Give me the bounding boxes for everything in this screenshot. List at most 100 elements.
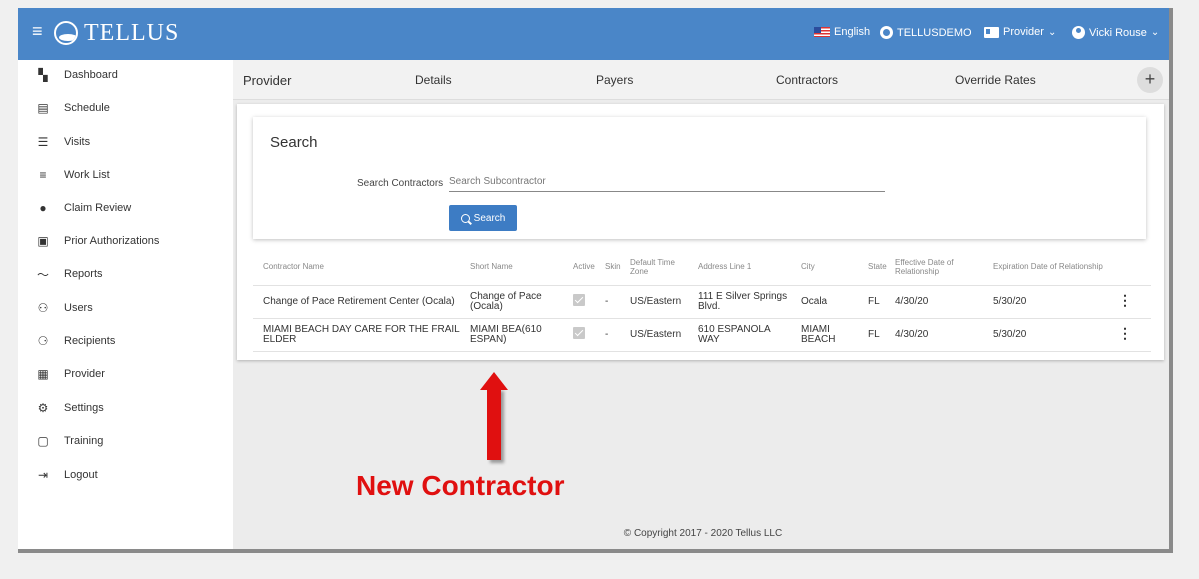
column-header[interactable]: Contractor Name (253, 249, 460, 285)
sidebar-item-claim-review[interactable]: ● Claim Review (18, 196, 233, 220)
trend-icon: 〜 (36, 267, 49, 282)
language-selector[interactable]: English (814, 26, 870, 38)
logout-icon: ⇥ (37, 468, 49, 482)
tellus-logo-icon (54, 21, 78, 45)
sidebar-item-training[interactable]: ▢ Training (18, 429, 233, 453)
sidebar-item-users[interactable]: ⚇ Users (18, 296, 233, 320)
sidebar-item-schedule[interactable]: ▤ Schedule (18, 96, 233, 120)
gear-icon: ⚙ (37, 401, 49, 415)
sidebar-item-provider[interactable]: ▦ Provider (18, 362, 233, 386)
active-cell (563, 284, 595, 318)
column-header[interactable]: Effective Date of Relationship (885, 249, 983, 285)
search-title: Search (270, 134, 318, 151)
more-vert-icon[interactable]: ⋮ (1118, 292, 1132, 308)
sidebar-item-logout[interactable]: ⇥ Logout (18, 463, 233, 487)
top-bar: ≡ TELLUS English TELLUSDEMO Provider ⌄ V… (18, 8, 1169, 60)
annotation-arrow (480, 372, 508, 460)
annotation-label: New Contractor (356, 470, 565, 501)
contractor-name: Change of Pace Retirement Center (Ocala) (253, 284, 460, 318)
app-name: TELLUS (84, 19, 180, 46)
sidebar-item-visits[interactable]: ☰ Visits (18, 130, 233, 154)
column-header[interactable]: State (858, 249, 887, 285)
role-selector[interactable]: Provider ⌄ (984, 26, 1056, 38)
hamburger-menu-icon[interactable]: ≡ (32, 22, 50, 40)
column-header-actions (1108, 249, 1151, 285)
column-header[interactable]: Active (563, 249, 595, 285)
org-label: TELLUSDEMO (897, 26, 972, 39)
active-checkbox[interactable] (573, 294, 585, 306)
column-header[interactable]: Short Name (460, 249, 563, 285)
column-header[interactable]: Default Time Zone (620, 249, 688, 285)
address-line-1: 111 E Silver Springs Blvd. (688, 284, 791, 318)
contractors-card: Search Search Contractors Search Contrac… (237, 104, 1164, 360)
active-cell (563, 317, 595, 352)
tab-override-rates[interactable]: Override Rates (955, 73, 1036, 87)
search-contractors-label: Search Contractors (357, 178, 444, 189)
us-flag-icon (814, 27, 830, 37)
sidebar-item-prior-authorizations[interactable]: ▣ Prior Authorizations (18, 229, 233, 253)
user-menu[interactable]: Vicki Rouse ⌄ (1072, 26, 1159, 39)
table-row[interactable]: MIAMI BEACH DAY CARE FOR THE FRAIL ELDER… (253, 317, 1151, 352)
training-icon: ▢ (37, 434, 49, 448)
user-avatar-icon (1072, 26, 1085, 39)
city: Ocala (791, 284, 858, 318)
sidebar-item-dashboard[interactable]: ▚ Dashboard (18, 63, 233, 87)
user-name: Vicki Rouse (1089, 26, 1147, 39)
row-actions: ⋮ (1108, 317, 1151, 352)
add-button[interactable]: + (1137, 67, 1163, 93)
clipboard-icon: ▦ (37, 367, 49, 381)
column-header[interactable]: Address Line 1 (688, 249, 791, 285)
state: FL (858, 317, 885, 352)
skin: - (595, 284, 620, 318)
skin: - (595, 317, 620, 352)
sidebar-item-recipients[interactable]: ⚆ Recipients (18, 329, 233, 353)
id-card-icon (984, 26, 999, 38)
provider-tab-bar: Provider Details Payers Contractors Over… (233, 60, 1169, 100)
expiration-date: 5/30/20 (983, 284, 1108, 318)
short-name: Change of Pace (Ocala) (460, 284, 563, 318)
app-logo[interactable]: TELLUS (54, 20, 179, 46)
state: FL (858, 284, 885, 318)
org-selector[interactable]: TELLUSDEMO (880, 26, 972, 39)
tab-contractors[interactable]: Contractors (776, 73, 838, 87)
table-header-row: Contractor Name Short Name Active Skin D… (253, 249, 1151, 285)
tab-payers[interactable]: Payers (596, 73, 633, 87)
language-label: English (834, 26, 871, 38)
more-vert-icon[interactable]: ⋮ (1118, 325, 1132, 341)
users-icon: ⚇ (37, 301, 49, 315)
search-subcontractor-input[interactable] (449, 172, 885, 192)
effective-date: 4/30/20 (885, 284, 983, 318)
address-line-1: 610 ESPANOLA WAY (688, 317, 791, 352)
sidebar-item-settings[interactable]: ⚙ Settings (18, 396, 233, 420)
search-panel: Search Search Contractors Search (253, 117, 1146, 239)
globe-icon (880, 26, 893, 39)
column-header[interactable]: Skin (595, 249, 621, 285)
column-header[interactable]: City (791, 249, 858, 285)
sidebar-item-reports[interactable]: 〜 Reports (18, 262, 233, 286)
alert-icon: ● (39, 201, 47, 215)
effective-date: 4/30/20 (885, 317, 983, 352)
time-zone: US/Eastern (620, 317, 688, 352)
contractor-name: MIAMI BEACH DAY CARE FOR THE FRAIL ELDER (253, 317, 460, 352)
table-row[interactable]: Change of Pace Retirement Center (Ocala)… (253, 284, 1151, 318)
calendar-icon: ▣ (37, 234, 49, 248)
contractors-table: Contractor Name Short Name Active Skin D… (253, 249, 1151, 352)
people-icon: ⚆ (37, 334, 49, 348)
city: MIAMI BEACH (791, 317, 858, 352)
chevron-down-icon: ⌄ (1047, 26, 1057, 38)
copyright-footer: © Copyright 2017 - 2020 Tellus LLC (623, 528, 783, 539)
time-zone: US/Eastern (620, 284, 688, 318)
row-actions: ⋮ (1108, 284, 1151, 318)
tab-details[interactable]: Details (415, 73, 452, 87)
search-button[interactable]: Search (449, 205, 517, 231)
column-header[interactable]: Expiration Date of Relationship (983, 249, 1108, 285)
calendar-icon: ▤ (37, 101, 49, 115)
dashboard-icon: ▚ (38, 68, 48, 82)
sidebar-item-work-list[interactable]: ≡ Work List (18, 163, 233, 187)
active-checkbox[interactable] (573, 327, 585, 339)
chevron-down-icon: ⌄ (1150, 27, 1160, 38)
arrow-shaft (487, 388, 501, 460)
page-title: Provider (243, 73, 292, 88)
search-button-label: Search (473, 212, 506, 224)
search-icon (460, 213, 470, 223)
